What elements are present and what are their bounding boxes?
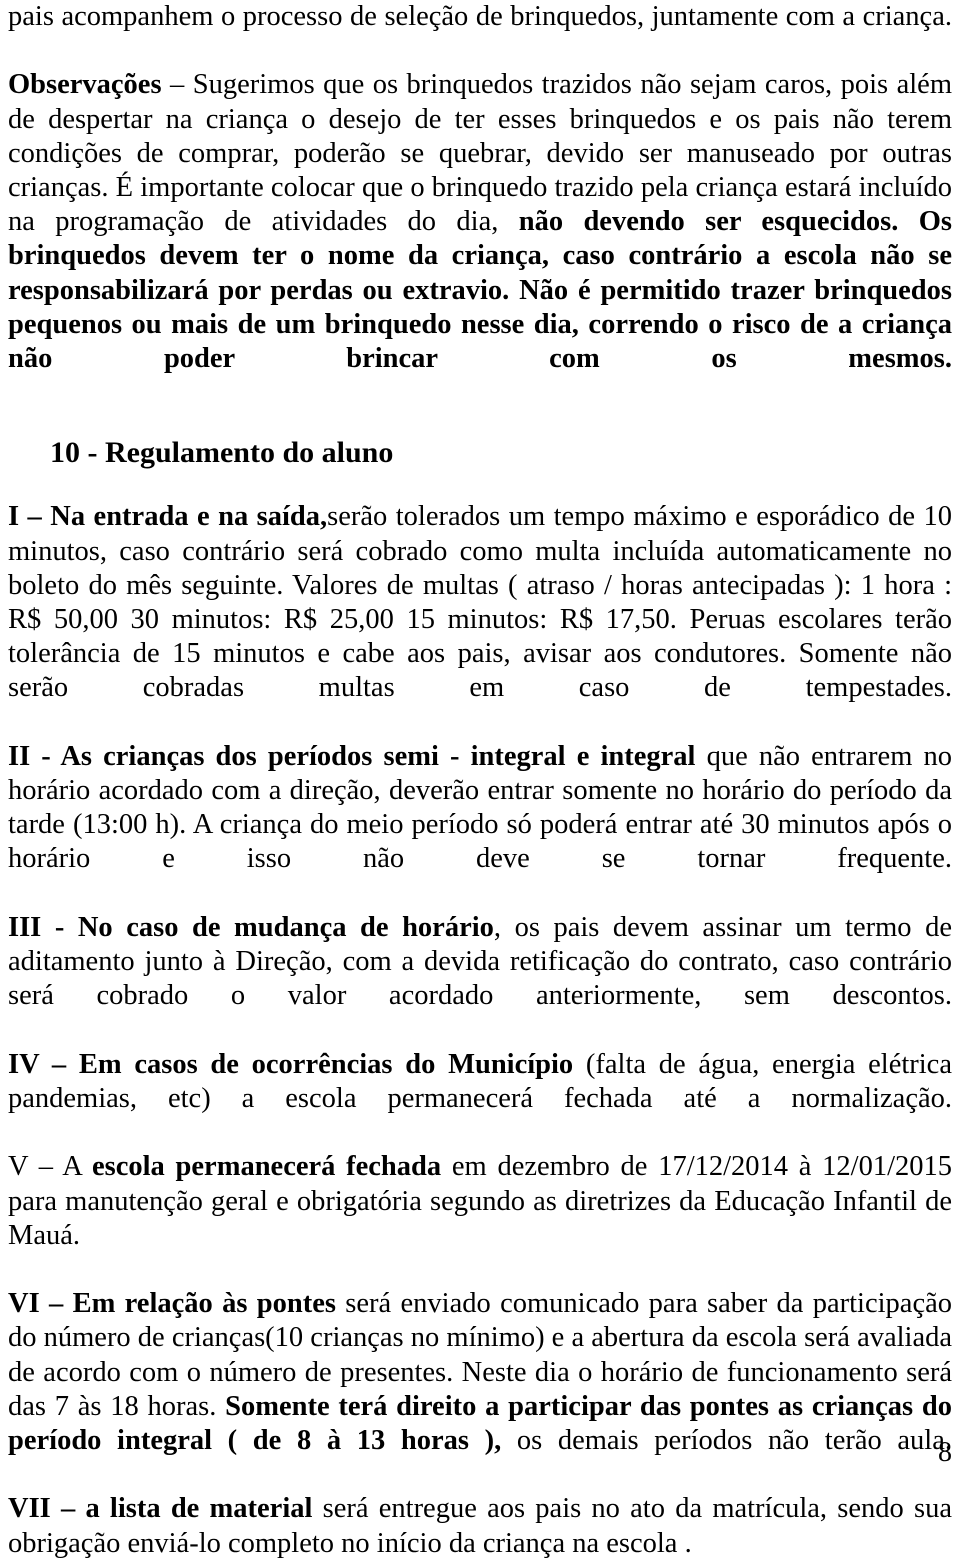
bold-run: escola permanecerá fechada	[92, 1151, 442, 1183]
bold-run: VI – Em relação às pontes	[8, 1288, 336, 1320]
bold-run: II - As crianças dos períodos semi - int…	[8, 740, 696, 772]
rule-item-v: V – A escola permanecerá fechada em deze…	[8, 1150, 952, 1287]
bold-run: Observações	[8, 69, 162, 101]
bold-run: III - No caso de mudança de horário	[8, 911, 494, 943]
rule-text: I – Na entrada e na saída,serão tolerado…	[8, 500, 952, 739]
rule-text: VII – a lista de material será entregue …	[8, 1492, 952, 1560]
page-number: 8	[938, 1437, 952, 1468]
bold-run: IV – Em casos de ocorrências do Municípi…	[8, 1048, 574, 1080]
paragraph-text: pais acompanhem o processo de seleção de…	[8, 0, 952, 68]
rule-item-ii: II - As crianças dos períodos semi - int…	[8, 740, 952, 911]
rule-text: IV – Em casos de ocorrências do Municípi…	[8, 1048, 952, 1151]
bold-run: I – Na entrada e na saída,	[8, 501, 328, 533]
text-run: pais acompanhem o processo de seleção de…	[8, 1, 952, 32]
document-page: pais acompanhem o processo de seleção de…	[0, 0, 960, 1559]
rule-text: III - No caso de mudança de horário, os …	[8, 911, 952, 1048]
rule-item-i: I – Na entrada e na saída,serão tolerado…	[8, 500, 952, 739]
rule-text: V – A escola permanecerá fechada em deze…	[8, 1150, 952, 1287]
rule-text: II - As crianças dos períodos semi - int…	[8, 740, 952, 911]
paragraph-text: Observações – Sugerimos que os brinquedo…	[8, 68, 952, 410]
paragraph-observacoes: Observações – Sugerimos que os brinquedo…	[8, 68, 952, 410]
text-run: V – A	[8, 1151, 92, 1183]
rule-item-vii: VII – a lista de material será entregue …	[8, 1492, 952, 1560]
rule-text: VI – Em relação às pontes será enviado c…	[8, 1287, 952, 1492]
text-run: os demais períodos não terão aula.	[501, 1424, 953, 1456]
rule-item-iv: IV – Em casos de ocorrências do Municípi…	[8, 1048, 952, 1151]
section-heading-regulamento: 10 - Regulamento do aluno	[50, 436, 394, 470]
bold-run: VII – a lista de material	[8, 1493, 313, 1525]
rule-item-iii: III - No caso de mudança de horário, os …	[8, 911, 952, 1048]
paragraph-brinquedos-continuation: pais acompanhem o processo de seleção de…	[8, 0, 952, 68]
rule-item-vi: VI – Em relação às pontes será enviado c…	[8, 1287, 952, 1492]
